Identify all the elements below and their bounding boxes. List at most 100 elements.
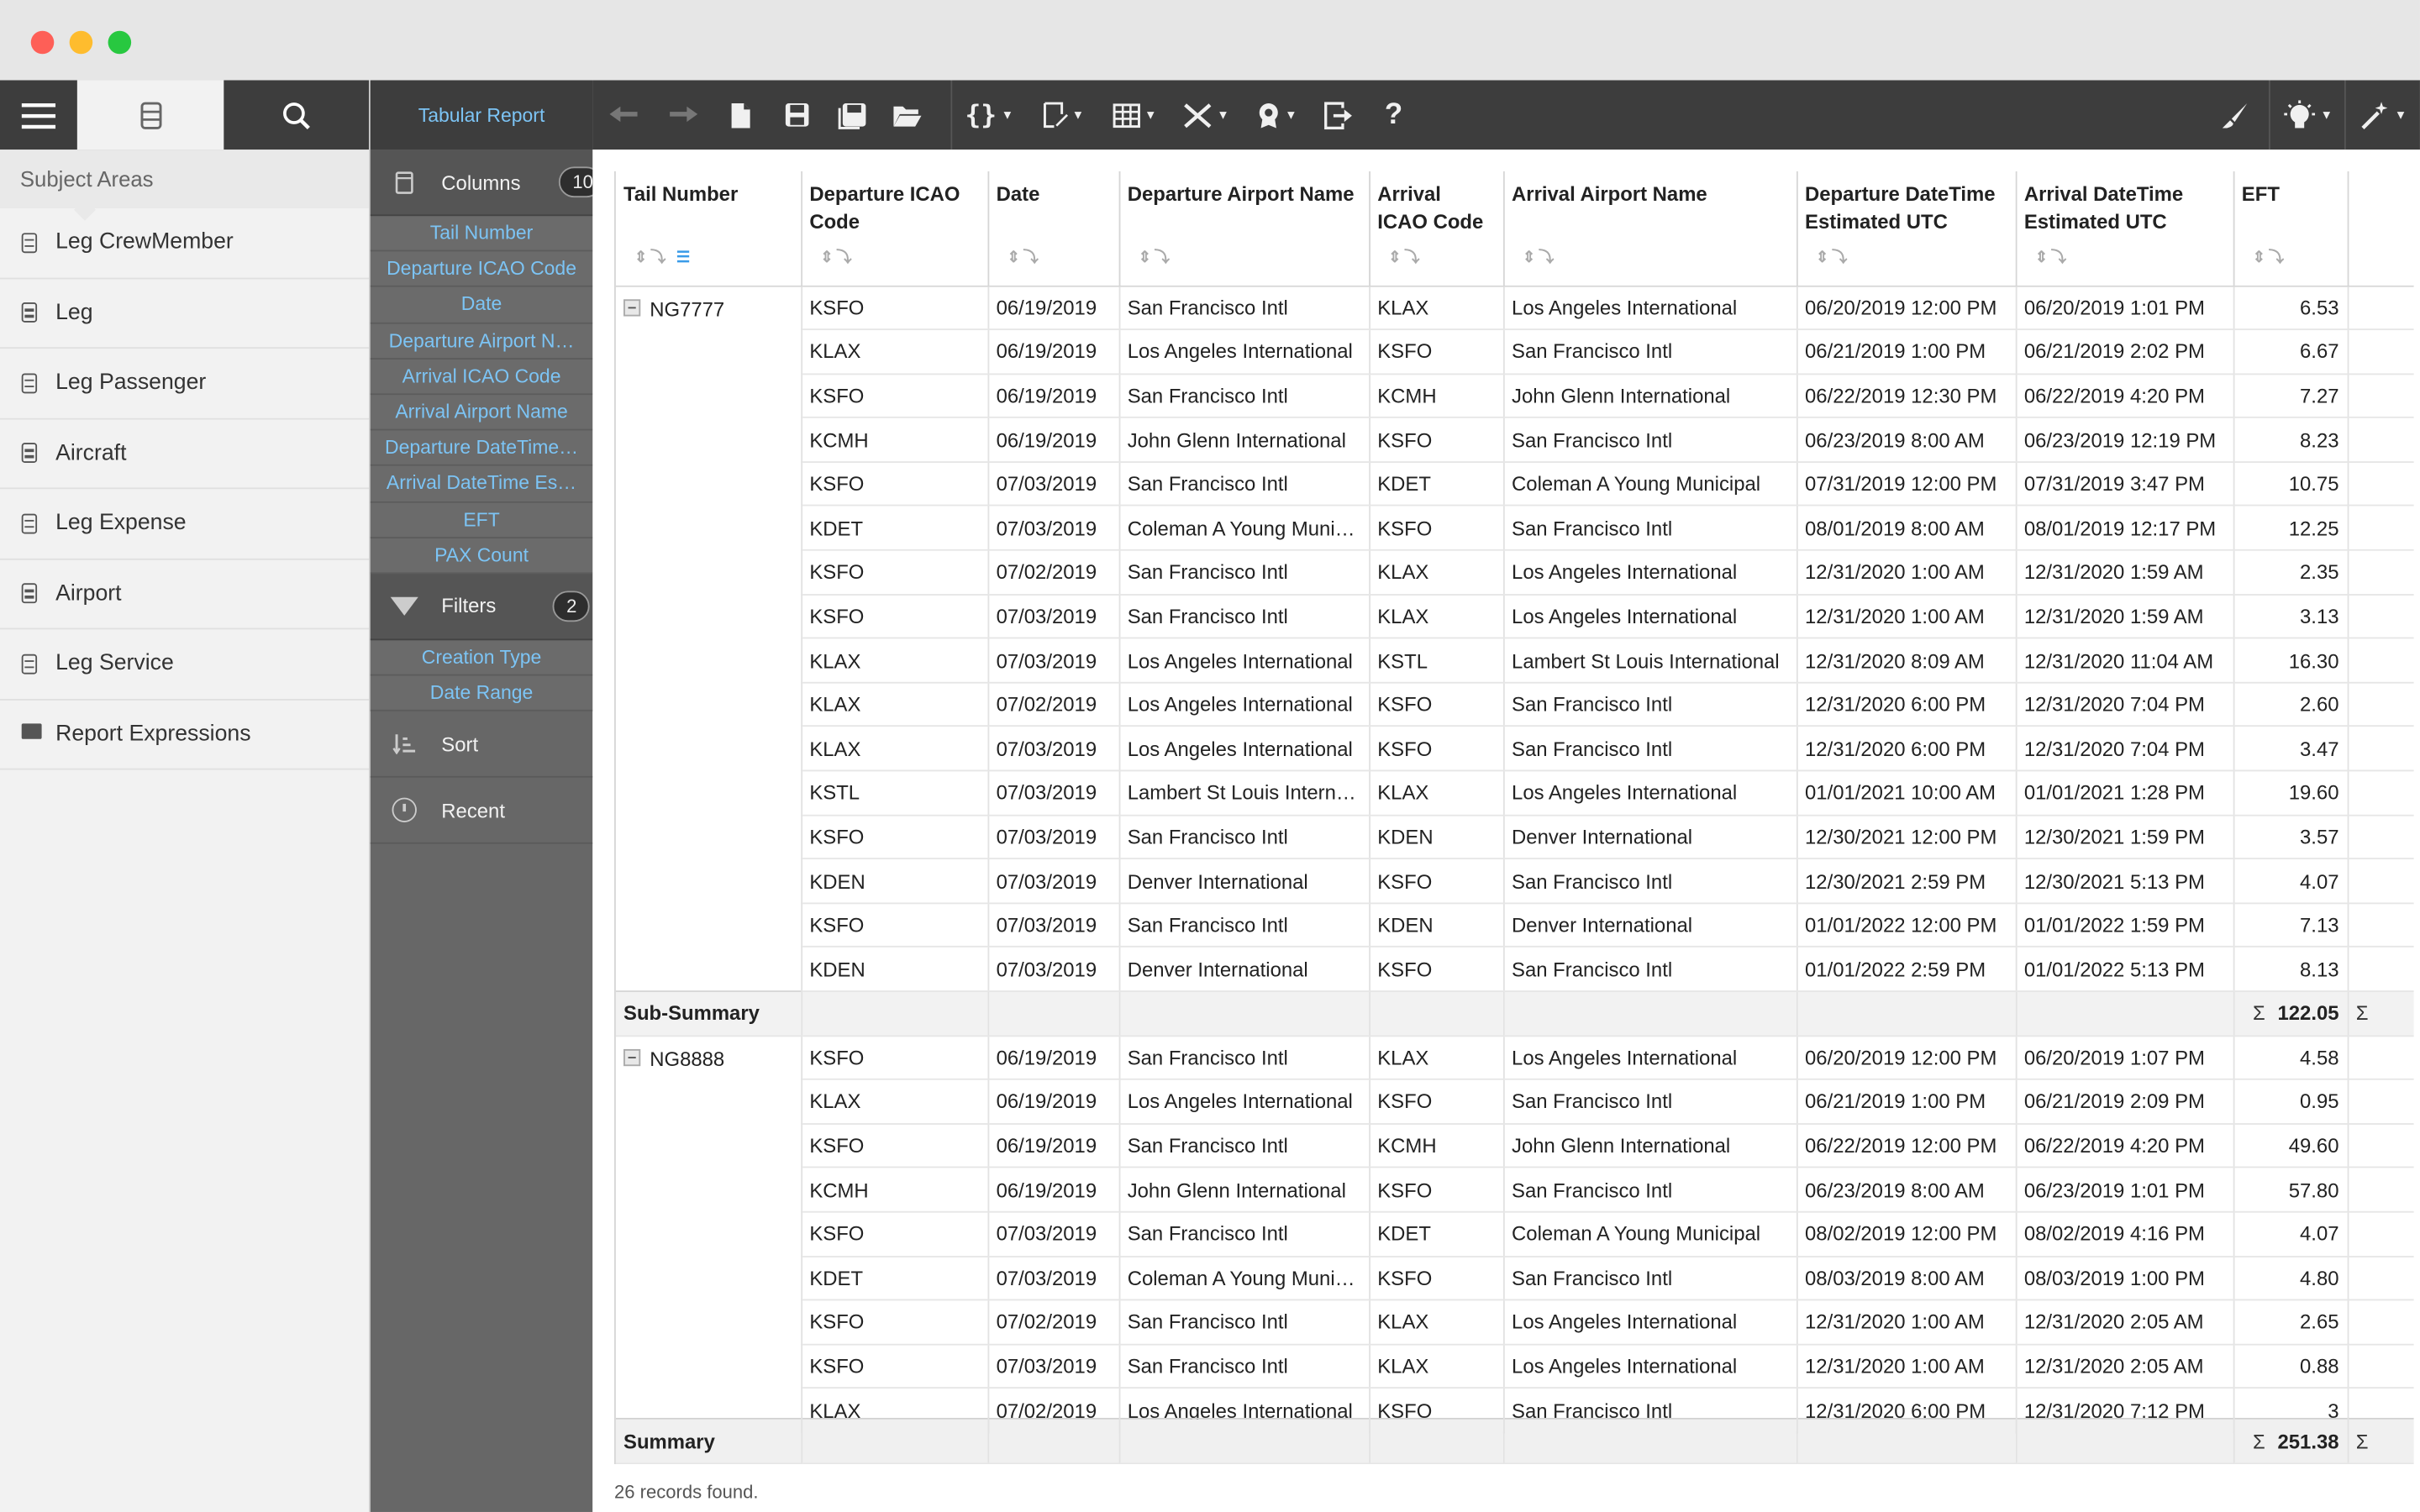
- table-row[interactable]: KLAX 07/03/2019 Los Angeles International K…: [616, 638, 2414, 684]
- column-item[interactable]: PAX Count: [370, 538, 593, 575]
- table-row[interactable]: KSFO 06/19/2019 San Francisco Intl KCMH John…: [616, 373, 2414, 419]
- tail-number-cell[interactable]: NG8888: [615, 1035, 802, 1433]
- format-button[interactable]: [2201, 81, 2269, 150]
- subject-area-item[interactable]: Leg Expense: [0, 489, 369, 559]
- table-row[interactable]: KLAX 06/19/2019 Los Angeles International K…: [616, 329, 2414, 375]
- column-header[interactable]: Arrival DateTime Estimated UTC ⇕⤵: [2015, 171, 2234, 286]
- table-row[interactable]: NG8888 KSFO 06/19/2019 San Francisco Intl KL…: [615, 1035, 2414, 1433]
- column-header[interactable]: Arrival ICAO Code ⇕⤵: [1369, 171, 1504, 286]
- tools-menu[interactable]: ▼: [1168, 81, 1242, 150]
- table-row[interactable]: KDEN 07/03/2019 Denver International KSFO Sa…: [616, 858, 2414, 904]
- columns-section[interactable]: Columns 10: [370, 150, 602, 217]
- publish-menu[interactable]: ▼: [1243, 81, 1311, 150]
- table-row[interactable]: KSFO 07/03/2019 San Francisco Intl KLAX Los …: [616, 594, 2414, 639]
- column-header[interactable]: Date ⇕⤵: [987, 171, 1120, 286]
- subject-area-item[interactable]: Report Expressions: [0, 700, 369, 770]
- column-item[interactable]: Departure ICAO Code: [370, 251, 593, 288]
- table-row[interactable]: KCMH 06/19/2019 John Glenn International KS…: [616, 1168, 2414, 1213]
- table-row[interactable]: KSFO 07/03/2019 San Francisco Intl KLAX Los …: [616, 1344, 2414, 1389]
- report-table-viewport[interactable]: Tail Number ⇕⤵ ☰ Departure ICAO Code ⇕⤵ Date…: [614, 171, 2414, 1465]
- table-row[interactable]: KSFO 07/03/2019 San Francisco Intl KDET Cole…: [616, 1211, 2414, 1257]
- column-item[interactable]: Departure DateTime…: [370, 430, 593, 467]
- table-menu[interactable]: ▼: [1101, 81, 1169, 150]
- column-item[interactable]: Arrival ICAO Code: [370, 359, 593, 396]
- column-header[interactable]: EFT ⇕⤵: [2233, 171, 2349, 286]
- save-button[interactable]: [769, 81, 824, 150]
- help-button[interactable]: ?: [1365, 81, 1421, 150]
- table-row[interactable]: KSTL 07/03/2019 Lambert St Louis Intern… KL…: [616, 770, 2414, 816]
- table-row[interactable]: KDEN 07/03/2019 Denver International KSFO Sa…: [616, 947, 2414, 992]
- sort-arrows-icon[interactable]: ⇕⤵: [1007, 244, 1041, 272]
- sigma-icon[interactable]: Σ: [2356, 1430, 2369, 1453]
- subject-area-item[interactable]: Airport: [0, 559, 369, 630]
- tail-number-cell[interactable]: NG7777: [615, 285, 802, 992]
- table-row[interactable]: KCMH 06/19/2019 John Glenn International KS…: [616, 417, 2414, 463]
- table-row[interactable]: KSFO 07/03/2019 San Francisco Intl KDET Cole…: [616, 461, 2414, 507]
- tab-search[interactable]: [224, 81, 369, 150]
- sort-section[interactable]: Sort: [370, 711, 593, 779]
- table-row[interactable]: NG7777 KSFO 06/19/2019 San Francisco Intl KL…: [615, 285, 2414, 992]
- subject-area-item[interactable]: Aircraft: [0, 419, 369, 490]
- undo-button[interactable]: [592, 81, 654, 150]
- table-cell: San Francisco Intl: [1118, 1344, 1370, 1389]
- expressions-menu[interactable]: {} ▼: [952, 81, 1026, 150]
- subject-area-item[interactable]: Leg Passenger: [0, 349, 369, 419]
- sort-arrows-icon[interactable]: ⇕⤵: [820, 244, 855, 272]
- filter-item[interactable]: Creation Type: [370, 640, 593, 676]
- menu-button[interactable]: [0, 81, 76, 150]
- column-header[interactable]: Departure ICAO Code ⇕⤵: [801, 171, 989, 286]
- report-type-title[interactable]: Tabular Report: [370, 80, 593, 150]
- redo-button[interactable]: [655, 81, 713, 150]
- filter-item[interactable]: Date Range: [370, 675, 593, 712]
- sort-arrows-icon[interactable]: ⇕⤵: [1523, 244, 1557, 272]
- sort-arrows-icon[interactable]: ⇕⤵ ☰: [634, 244, 693, 272]
- table-row[interactable]: KSFO 07/03/2019 San Francisco Intl KDEN Denv…: [616, 815, 2414, 860]
- table-row[interactable]: KSFO 07/02/2019 San Francisco Intl KLAX Los …: [616, 549, 2414, 596]
- column-item[interactable]: EFT: [370, 501, 593, 538]
- close-window-button[interactable]: [30, 30, 55, 55]
- new-report-button[interactable]: [713, 81, 769, 150]
- column-header[interactable]: Arrival Airport Name ⇕⤵: [1502, 171, 1797, 286]
- sigma-menu-cell[interactable]: Σ: [2347, 1418, 2414, 1465]
- column-item[interactable]: Arrival DateTime Es…: [370, 466, 593, 502]
- column-header[interactable]: Departure DateTime Estimated UTC ⇕⤵: [1796, 171, 2017, 286]
- subject-area-item[interactable]: Leg CrewMember: [0, 208, 369, 279]
- magic-menu[interactable]: ▼: [2346, 81, 2420, 150]
- table-row[interactable]: KLAX 07/03/2019 Los Angeles International K…: [616, 726, 2414, 772]
- sort-arrows-icon[interactable]: ⇕⤵: [2035, 244, 2070, 272]
- subject-area-item[interactable]: Leg: [0, 279, 369, 349]
- sigma-icon[interactable]: Σ: [2356, 1002, 2369, 1026]
- column-header-label: Date: [996, 181, 1040, 206]
- sigma-menu-cell[interactable]: Σ: [2347, 990, 2414, 1037]
- sort-arrows-icon[interactable]: ⇕⤵: [2253, 244, 2287, 272]
- collapse-group-icon[interactable]: [623, 1048, 641, 1066]
- column-item[interactable]: Departure Airport N…: [370, 323, 593, 360]
- export-button[interactable]: [1310, 81, 1365, 150]
- table-row[interactable]: KSFO 06/19/2019 San Francisco Intl KCMH John…: [616, 1123, 2414, 1169]
- column-item[interactable]: Date: [370, 287, 593, 323]
- table-row[interactable]: KSFO 07/02/2019 San Francisco Intl KLAX Los …: [616, 1299, 2414, 1346]
- column-item[interactable]: Arrival Airport Name: [370, 395, 593, 431]
- table-row[interactable]: KLAX 07/02/2019 Los Angeles International K…: [616, 682, 2414, 727]
- recent-section[interactable]: Recent: [370, 778, 593, 845]
- column-header[interactable]: Tail Number ⇕⤵ ☰: [615, 171, 802, 286]
- table-row[interactable]: KDET 07/03/2019 Coleman A Young Munic… KSFO…: [616, 506, 2414, 551]
- sort-arrows-icon[interactable]: ⇕⤵: [1388, 244, 1423, 272]
- table-row[interactable]: KSFO 07/03/2019 San Francisco Intl KDEN Denv…: [616, 903, 2414, 948]
- minimize-window-button[interactable]: [69, 30, 93, 55]
- maximize-window-button[interactable]: [108, 30, 132, 55]
- subject-area-item[interactable]: Leg Service: [0, 629, 369, 700]
- tab-subject-areas[interactable]: [76, 80, 225, 150]
- column-header[interactable]: Departure Airport Name ⇕⤵: [1118, 171, 1370, 286]
- table-row[interactable]: KDET 07/03/2019 Coleman A Young Munic… KSFO…: [616, 1256, 2414, 1301]
- open-button[interactable]: [880, 81, 935, 150]
- column-item[interactable]: Tail Number: [370, 216, 593, 252]
- edit-menu[interactable]: ▼: [1026, 81, 1100, 150]
- filters-section[interactable]: Filters 2: [370, 574, 593, 641]
- table-row[interactable]: KLAX 06/19/2019 Los Angeles International K…: [616, 1079, 2414, 1125]
- insights-menu[interactable]: ▼: [2270, 81, 2344, 150]
- sort-arrows-icon[interactable]: ⇕⤵: [1816, 244, 1850, 272]
- save-as-button[interactable]: [824, 81, 880, 150]
- collapse-group-icon[interactable]: [623, 298, 641, 316]
- sort-arrows-icon[interactable]: ⇕⤵: [1139, 244, 1173, 272]
